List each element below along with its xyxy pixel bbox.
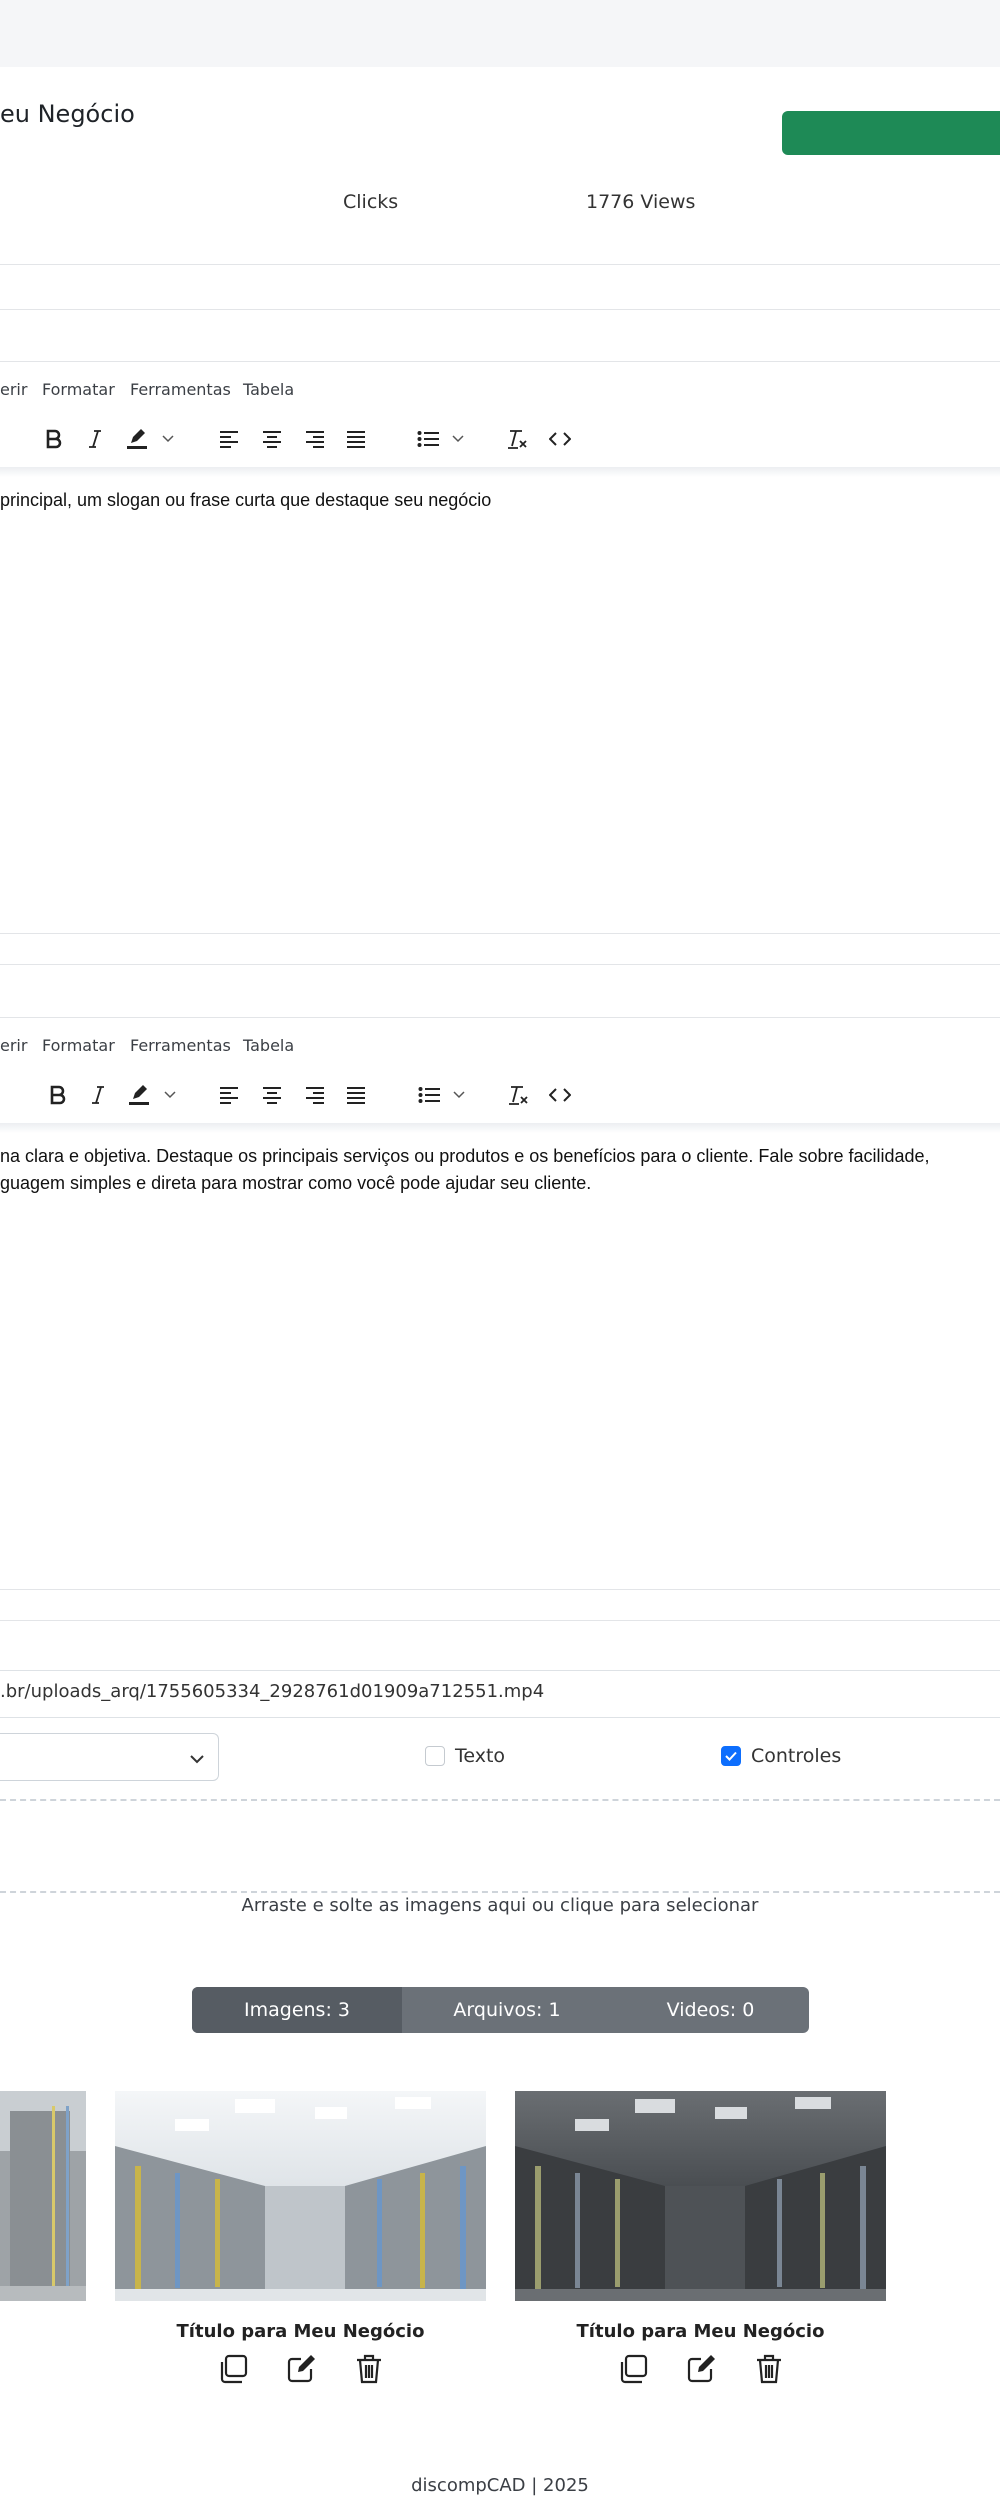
trash-icon[interactable] [752, 2352, 786, 2386]
source-code-icon[interactable] [547, 1075, 573, 1115]
menu-formatar[interactable]: Formatar [42, 1036, 115, 1055]
bullet-list-icon[interactable] [416, 1075, 442, 1115]
align-right-icon[interactable] [303, 419, 327, 459]
editor2-toolbar [0, 1075, 1000, 1115]
controles-label: Controles [751, 1745, 842, 1767]
divider [0, 964, 1000, 965]
source-code-icon[interactable] [547, 419, 573, 459]
italic-icon[interactable] [86, 1075, 110, 1115]
image-dropzone[interactable] [0, 1799, 1000, 1893]
highlight-icon[interactable] [124, 419, 150, 459]
chevron-down-icon[interactable] [450, 419, 466, 459]
clear-format-icon[interactable] [506, 1075, 530, 1115]
align-justify-icon[interactable] [344, 1075, 368, 1115]
footer-text: discompCAD | 2025 [411, 2475, 589, 2496]
controles-checkbox[interactable] [721, 1746, 741, 1766]
chevron-down-icon[interactable] [451, 1075, 467, 1115]
bullet-list-icon[interactable] [415, 419, 441, 459]
menu-ferramentas[interactable]: Ferramentas [130, 1036, 231, 1055]
menu-tabela[interactable]: Tabela [243, 380, 294, 399]
align-left-icon[interactable] [217, 1075, 241, 1115]
views-stat: 1776 Views [586, 191, 696, 213]
video-select[interactable] [0, 1733, 219, 1781]
edit-icon[interactable] [684, 2352, 718, 2386]
trash-icon[interactable] [352, 2352, 386, 2386]
page-title: eu Negócio [0, 100, 135, 128]
align-justify-icon[interactable] [344, 419, 368, 459]
media-counts: Imagens: 3 Arquivos: 1 Videos: 0 [192, 1987, 809, 2033]
align-center-icon[interactable] [260, 1075, 284, 1115]
editor2-content-line2[interactable]: guagem simples e direta para mostrar com… [0, 1170, 1000, 1197]
gallery-image-partial[interactable] [0, 2091, 86, 2301]
gallery-image-1[interactable] [115, 2091, 486, 2301]
menu-inserir[interactable]: erir [0, 1036, 27, 1055]
editor1-content[interactable]: principal, um slogan ou frase curta que … [0, 487, 1000, 514]
gallery-title-2: Título para Meu Negócio [576, 2321, 825, 2342]
texto-checkbox[interactable] [425, 1746, 445, 1766]
editor2-content-line1[interactable]: na clara e objetiva. Destaque os princip… [0, 1143, 1000, 1170]
divider [0, 309, 1000, 310]
toolbar-shadow [0, 1123, 1000, 1133]
files-count[interactable]: Arquivos: 1 [402, 1987, 612, 2033]
chevron-down-icon[interactable] [160, 419, 176, 459]
images-count[interactable]: Imagens: 3 [192, 1987, 402, 2033]
menu-formatar[interactable]: Formatar [42, 380, 115, 399]
video-url-value: .br/uploads_arq/1755605334_2928761d01909… [0, 1681, 545, 1702]
bold-icon[interactable] [44, 1075, 72, 1115]
check-icon [725, 1751, 737, 1761]
align-center-icon[interactable] [260, 419, 284, 459]
align-left-icon[interactable] [217, 419, 241, 459]
chevron-down-icon [190, 1751, 204, 1769]
divider [0, 1620, 1000, 1621]
toolbar-shadow [0, 467, 1000, 477]
menu-ferramentas[interactable]: Ferramentas [130, 380, 231, 399]
clicks-stat: Clicks [343, 191, 399, 213]
menu-inserir[interactable]: erir [0, 380, 27, 399]
dropzone-hint: Arraste e solte as imagens aqui ou cliqu… [241, 1895, 759, 1916]
top-bar [0, 0, 1000, 67]
gallery-title-1: Título para Meu Negócio [176, 2321, 425, 2342]
texto-label: Texto [455, 1745, 506, 1767]
menu-tabela[interactable]: Tabela [243, 1036, 294, 1055]
divider [0, 264, 1000, 265]
gallery-image-2[interactable] [515, 2091, 886, 2301]
videos-count[interactable]: Videos: 0 [612, 1987, 809, 2033]
editor1-toolbar [0, 419, 1000, 459]
gallery-actions-1 [115, 2352, 486, 2388]
texto-checkbox-row[interactable]: Texto [425, 1744, 505, 1768]
clear-format-icon[interactable] [505, 419, 529, 459]
divider [0, 933, 1000, 934]
divider [0, 1589, 1000, 1590]
edit-icon[interactable] [284, 2352, 318, 2386]
divider [0, 361, 1000, 362]
gallery-actions-2 [515, 2352, 886, 2388]
highlight-icon[interactable] [126, 1075, 152, 1115]
controles-checkbox-row[interactable]: Controles [721, 1744, 841, 1768]
duplicate-icon[interactable] [616, 2352, 650, 2386]
duplicate-icon[interactable] [216, 2352, 250, 2386]
chevron-down-icon[interactable] [162, 1075, 178, 1115]
italic-icon[interactable] [83, 419, 107, 459]
align-right-icon[interactable] [303, 1075, 327, 1115]
divider [0, 1017, 1000, 1018]
save-button[interactable] [782, 111, 1000, 155]
bold-icon[interactable] [40, 419, 68, 459]
